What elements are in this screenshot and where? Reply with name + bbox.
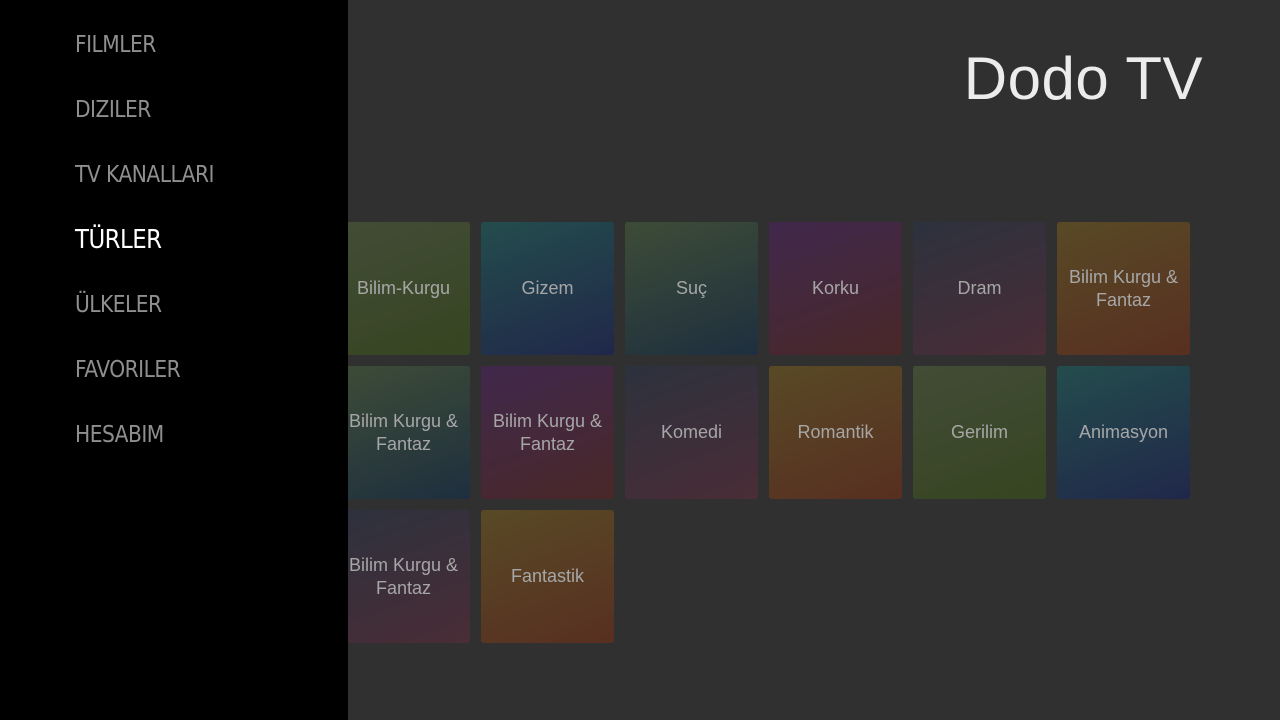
- sidebar-item-turler[interactable]: TÜRLER: [75, 225, 162, 255]
- genre-tile-label: Komedi: [660, 422, 723, 442]
- sidebar-item-ulkeler[interactable]: ÜLKELER: [75, 292, 162, 318]
- genre-tile[interactable]: Romantik: [769, 366, 902, 499]
- genre-tile-label: Gizem: [521, 278, 574, 298]
- genre-tile-label: Korku: [811, 278, 860, 298]
- genre-tile[interactable]: Gizem: [481, 222, 614, 355]
- genre-tile-label: Suç: [675, 278, 708, 298]
- sidebar-item-diziler[interactable]: DIZILER: [75, 97, 151, 123]
- genre-tile-label: Bilim-Kurgu: [356, 278, 451, 298]
- sidebar-item-favoriler[interactable]: FAVORILER: [75, 357, 181, 383]
- genre-tile-label: Bilim Kurgu & Fantaz: [348, 554, 459, 598]
- genre-tile[interactable]: Animasyon: [1057, 366, 1190, 499]
- genre-tile[interactable]: Fantastik: [481, 510, 614, 643]
- genre-tile[interactable]: Gerilim: [913, 366, 1046, 499]
- genre-tile-label: Animasyon: [1078, 422, 1169, 442]
- genre-tile[interactable]: Dram: [913, 222, 1046, 355]
- genre-grid: Bilim-Kurgu Gizem Suç Korku Dram Bilim K…: [337, 222, 1197, 652]
- genre-tile-label: Bilim Kurgu & Fantaz: [492, 410, 603, 454]
- sidebar-nav: FILMLER DIZILER TV KANALLARI TÜRLER ÜLKE…: [0, 0, 348, 720]
- genre-tile[interactable]: Bilim Kurgu & Fantaz: [337, 510, 470, 643]
- genre-tile-label: Romantik: [797, 422, 874, 442]
- genre-tile[interactable]: Bilim-Kurgu: [337, 222, 470, 355]
- app-screen: Dodo TV Bilim-Kurgu Gizem Suç Korku Dram…: [0, 0, 1280, 720]
- genre-tile[interactable]: Bilim Kurgu & Fantaz: [337, 366, 470, 499]
- genre-tile-label: Bilim Kurgu & Fantaz: [1068, 266, 1179, 310]
- genre-tile-label: Bilim Kurgu & Fantaz: [348, 410, 459, 454]
- genre-tile[interactable]: Suç: [625, 222, 758, 355]
- genre-tile-label: Dram: [957, 278, 1002, 298]
- sidebar-item-filmler[interactable]: FILMLER: [75, 32, 156, 58]
- genre-tile-label: Fantastik: [510, 566, 585, 586]
- app-title: Dodo TV: [963, 45, 1203, 112]
- genre-tile[interactable]: Korku: [769, 222, 902, 355]
- genre-tile[interactable]: Bilim Kurgu & Fantaz: [481, 366, 614, 499]
- sidebar-item-tv-kanallari[interactable]: TV KANALLARI: [75, 162, 214, 188]
- genre-tile[interactable]: Komedi: [625, 366, 758, 499]
- genre-tile[interactable]: Bilim Kurgu & Fantaz: [1057, 222, 1190, 355]
- sidebar-item-hesabim[interactable]: HESABIM: [75, 422, 164, 448]
- genre-tile-label: Gerilim: [951, 422, 1008, 442]
